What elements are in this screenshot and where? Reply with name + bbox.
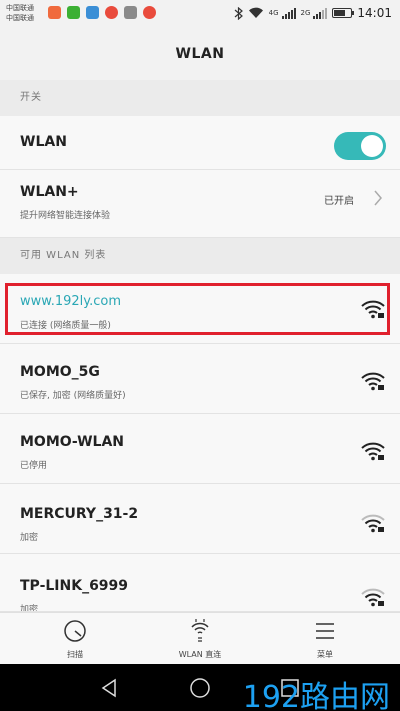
wifi-signal-weak-locked-icon — [361, 514, 385, 533]
network-status: 已连接 (网络质量一般) — [20, 321, 111, 331]
notification-icons — [48, 6, 156, 19]
weibo-icon — [105, 6, 118, 19]
carrier-labels: 中国联通 中国联通 — [6, 3, 34, 23]
wlan-direct-icon — [191, 619, 209, 642]
bluetooth-icon — [234, 6, 243, 20]
status-icons: 4G 2G 14:01 — [234, 6, 392, 20]
battery-icon — [332, 8, 355, 18]
back-icon[interactable] — [100, 678, 120, 698]
toggle-knob — [361, 135, 383, 157]
menu-label: 菜单 — [317, 650, 333, 659]
network-ssid: MERCURY_31-2 — [20, 506, 139, 522]
menu-button[interactable]: 菜单 — [280, 613, 370, 665]
network-item[interactable]: MOMO-WLAN 已停用 — [0, 414, 400, 484]
signal-icon-2 — [313, 7, 328, 19]
network-item[interactable]: TP-LINK_6999 加密 — [0, 554, 400, 612]
wlan-toggle-row[interactable]: WLAN — [0, 116, 400, 170]
status-bar: 中国联通 中国联通 4G 2G 14:01 — [0, 0, 400, 28]
signal-icon-1 — [281, 7, 296, 19]
network-status: 加密 — [20, 533, 39, 543]
network-status: 已停用 — [20, 461, 48, 471]
wlan-plus-label: WLAN+ — [20, 184, 79, 200]
section-header-networks: 可用 WLAN 列表 — [0, 238, 400, 274]
wlan-plus-status: 已开启 — [324, 196, 354, 207]
scan-icon — [64, 620, 86, 642]
network-item[interactable]: MERCURY_31-2 加密 — [0, 484, 400, 554]
wifi-signal-locked-icon — [361, 372, 385, 391]
page-title: WLAN — [175, 46, 225, 62]
wifi-signal-locked-icon — [361, 300, 385, 319]
chevron-right-icon — [374, 190, 382, 206]
network-ssid: MOMO_5G — [20, 364, 100, 380]
wlan-label: WLAN — [20, 134, 67, 150]
network-ssid: TP-LINK_6999 — [20, 578, 129, 594]
carrier-2: 中国联通 — [6, 14, 34, 22]
wlan-plus-row[interactable]: WLAN+ 提升网络智能连接体验 已开启 — [0, 170, 400, 238]
network-item[interactable]: www.192ly.com 已连接 (网络质量一般) — [0, 274, 400, 344]
app-notification-icon — [48, 6, 61, 19]
wlan-plus-description: 提升网络智能连接体验 — [20, 211, 111, 221]
network-status: 加密 — [20, 605, 39, 612]
wifi-signal-locked-icon — [361, 442, 385, 461]
network-type-2: 2G — [300, 8, 311, 17]
bottom-toolbar: 扫描 WLAN 直连 菜单 — [0, 612, 400, 664]
gallery-icon — [124, 6, 137, 19]
home-icon[interactable] — [189, 677, 211, 699]
network-item[interactable]: MOMO_5G 已保存, 加密 (网络质量好) — [0, 344, 400, 414]
wifi-signal-weak-locked-icon — [361, 588, 385, 607]
wlan-direct-label: WLAN 直连 — [178, 650, 222, 659]
section-header-switch: 开关 — [0, 80, 400, 116]
network-ssid: www.192ly.com — [20, 294, 121, 309]
network-ssid: MOMO-WLAN — [20, 434, 125, 450]
carrier-1: 中国联通 — [6, 4, 34, 12]
weibo-icon — [143, 6, 156, 19]
scan-label: 扫描 — [67, 650, 83, 659]
menu-icon — [316, 623, 334, 639]
network-type-1: 4G — [268, 8, 279, 17]
clock: 14:01 — [357, 6, 392, 20]
scan-button[interactable]: 扫描 — [30, 613, 120, 665]
wlan-direct-button[interactable]: WLAN 直连 — [155, 613, 245, 665]
wlan-toggle-switch[interactable] — [334, 132, 386, 160]
wifi-status-icon — [248, 7, 263, 19]
watermark-logo: 192路由网 — [242, 680, 390, 711]
wechat-icon — [67, 6, 80, 19]
app-notification-icon — [86, 6, 99, 19]
network-status: 已保存, 加密 (网络质量好) — [20, 391, 126, 401]
